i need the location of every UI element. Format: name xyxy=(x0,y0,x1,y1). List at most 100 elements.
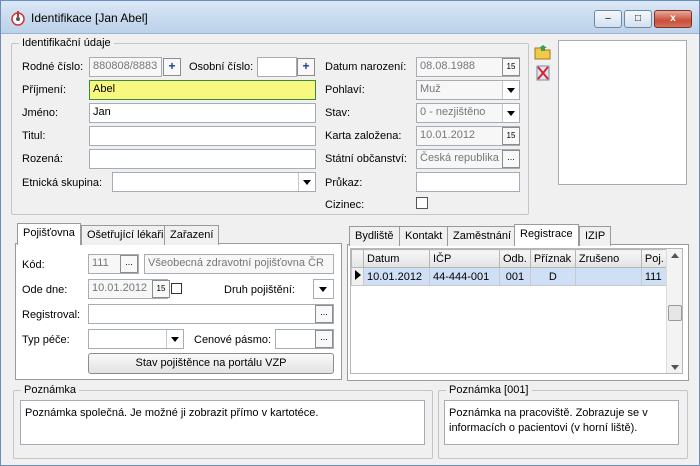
typ-pece-label: Typ péče: xyxy=(22,334,70,346)
scroll-thumb[interactable] xyxy=(668,305,682,321)
table-row[interactable]: 10.01.2012 44-444-001 001 D 111 xyxy=(351,267,668,286)
etnicka-skupina-dropdown-button[interactable] xyxy=(298,173,315,191)
stav-dropdown-button[interactable] xyxy=(502,104,519,122)
etnicka-skupina-select[interactable] xyxy=(112,172,316,192)
pojistovna-name-field: Všeobecná zdravotní pojišťovna ČR xyxy=(144,254,334,274)
typ-pece-dropdown-button[interactable] xyxy=(166,330,183,348)
cizinec-label: Cizinec: xyxy=(325,199,365,211)
close-icon: x xyxy=(670,13,676,24)
maximize-icon: □ xyxy=(634,13,642,24)
delete-photo-icon xyxy=(536,65,550,81)
prukaz-label: Průkaz: xyxy=(325,177,363,189)
workplace-note-title: Poznámka [001] xyxy=(446,384,532,396)
rozena-field[interactable] xyxy=(89,149,316,169)
row-pointer-icon xyxy=(354,270,361,280)
cenove-pasmo-lookup-button[interactable]: ... xyxy=(315,330,333,348)
identification-window: Identifikace [Jan Abel] – □ x Identifika… xyxy=(0,0,700,466)
window-title: Identifikace [Jan Abel] xyxy=(31,11,148,25)
obcanstvi-label: Státní občanství: xyxy=(325,153,407,165)
registration-grid: Datum IČP Odb. Příznak Zrušeno Poj. 10.0… xyxy=(350,248,683,374)
druh-pojisteni-label: Druh pojištění: xyxy=(224,284,295,296)
cizinec-checkbox[interactable] xyxy=(416,197,428,209)
chevron-down-icon xyxy=(303,179,311,185)
ode-dne-label: Ode dne: xyxy=(22,284,68,296)
cell-zruseno xyxy=(574,267,642,286)
tab-zamestnani[interactable]: Zaměstnání xyxy=(447,226,518,246)
cenove-pasmo-label: Cenové pásmo: xyxy=(194,334,272,346)
karta-zalozena-calendar-icon[interactable]: 15 xyxy=(502,127,520,145)
grid-header-row: Datum IČP Odb. Příznak Zrušeno Poj. xyxy=(351,249,668,268)
rodne-cislo-label: Rodné číslo: xyxy=(22,61,84,73)
minimize-icon: – xyxy=(605,13,611,24)
col-header-icp[interactable]: IČP xyxy=(429,249,500,268)
maximize-button[interactable]: □ xyxy=(624,10,652,28)
rozena-label: Rozená: xyxy=(22,153,63,165)
obcanstvi-lookup-button[interactable]: ... xyxy=(502,150,520,168)
stav-value: 0 - nezjištěno xyxy=(420,106,486,118)
tab-osetrujici-lekari[interactable]: Ošetřující lékaři xyxy=(81,225,170,245)
portal-vzp-button[interactable]: Stav pojištěnce na portálu VZP xyxy=(88,353,334,374)
chevron-down-icon xyxy=(171,336,179,342)
delete-photo-button[interactable] xyxy=(534,64,554,82)
common-note-textarea[interactable]: Poznámka společná. Je možné ji zobrazit … xyxy=(20,400,425,445)
kod-lookup-button[interactable]: ... xyxy=(120,255,138,273)
stav-label: Stav: xyxy=(325,107,351,119)
cell-datum: 10.01.2012 xyxy=(363,267,430,286)
rodne-cislo-add-button[interactable]: + xyxy=(163,58,181,76)
karta-zalozena-label: Karta založena: xyxy=(325,130,402,142)
tab-izip[interactable]: IZIP xyxy=(579,226,612,246)
kod-label: Kód: xyxy=(22,259,45,271)
photo-box xyxy=(558,40,687,185)
tab-zarazeni[interactable]: Zařazení xyxy=(164,225,220,245)
close-button[interactable]: x xyxy=(654,10,692,28)
pohlavi-value: Muž xyxy=(420,83,441,95)
tab-kontakt[interactable]: Kontakt xyxy=(399,226,449,246)
registroval-field[interactable] xyxy=(88,304,334,324)
datum-narozeni-calendar-icon[interactable]: 15 xyxy=(502,58,520,76)
prukaz-field[interactable] xyxy=(416,172,520,192)
cell-odb: 001 xyxy=(499,267,531,286)
minimize-button[interactable]: – xyxy=(594,10,622,28)
titul-field[interactable] xyxy=(89,126,316,146)
col-header-priznak[interactable]: Příznak xyxy=(529,249,576,268)
col-header-odb[interactable]: Odb. xyxy=(499,249,531,268)
prijmeni-label: Příjmení: xyxy=(22,84,67,96)
scroll-up-icon[interactable] xyxy=(671,253,679,258)
col-header-poj[interactable]: Poj. xyxy=(640,249,668,268)
col-header-zruseno[interactable]: Zrušeno xyxy=(574,249,642,268)
etnicka-skupina-label: Etnická skupina: xyxy=(22,177,103,189)
jmeno-field[interactable]: Jan xyxy=(89,103,316,123)
cell-icp: 44-444-001 xyxy=(429,267,500,286)
datum-narozeni-label: Datum narození: xyxy=(325,61,407,73)
pohlavi-dropdown-button[interactable] xyxy=(502,81,519,99)
load-photo-button[interactable] xyxy=(534,43,554,61)
rodne-cislo-field[interactable]: 880808/8883 xyxy=(89,57,162,77)
tab-pojistovna[interactable]: Pojišťovna xyxy=(17,223,81,245)
workplace-note-textarea[interactable]: Poznámka na pracoviště. Zobrazuje se v i… xyxy=(444,400,679,445)
registroval-label: Registroval: xyxy=(22,309,81,321)
chevron-down-icon xyxy=(319,287,327,292)
jmeno-label: Jméno: xyxy=(22,107,59,119)
folder-open-icon xyxy=(534,45,551,60)
titul-label: Titul: xyxy=(22,130,46,142)
pohlavi-label: Pohlaví: xyxy=(325,84,365,96)
osobni-cislo-field[interactable] xyxy=(257,57,297,77)
grid-scrollbar[interactable] xyxy=(666,249,682,373)
prijmeni-field[interactable]: Abel xyxy=(89,80,316,100)
chevron-down-icon xyxy=(507,110,515,116)
chevron-down-icon xyxy=(507,87,515,93)
tab-bydliste[interactable]: Bydliště xyxy=(349,226,400,246)
druh-pojisteni-select[interactable] xyxy=(313,279,334,299)
title-bar[interactable]: Identifikace [Jan Abel] – □ x xyxy=(1,1,699,34)
ode-dne-calendar-icon[interactable]: 15 xyxy=(152,280,170,298)
cell-priznak: D xyxy=(529,267,576,286)
row-indicator xyxy=(351,267,364,286)
scroll-down-icon[interactable] xyxy=(671,365,679,370)
osobni-cislo-add-button[interactable]: + xyxy=(297,58,315,76)
col-header-datum[interactable]: Datum xyxy=(363,249,430,268)
tab-registrace[interactable]: Registrace xyxy=(514,224,579,246)
ode-dne-checkbox[interactable] xyxy=(171,283,182,294)
identification-group-title: Identifikační údaje xyxy=(19,37,114,49)
registroval-lookup-button[interactable]: ... xyxy=(315,305,333,323)
app-icon xyxy=(11,11,25,26)
